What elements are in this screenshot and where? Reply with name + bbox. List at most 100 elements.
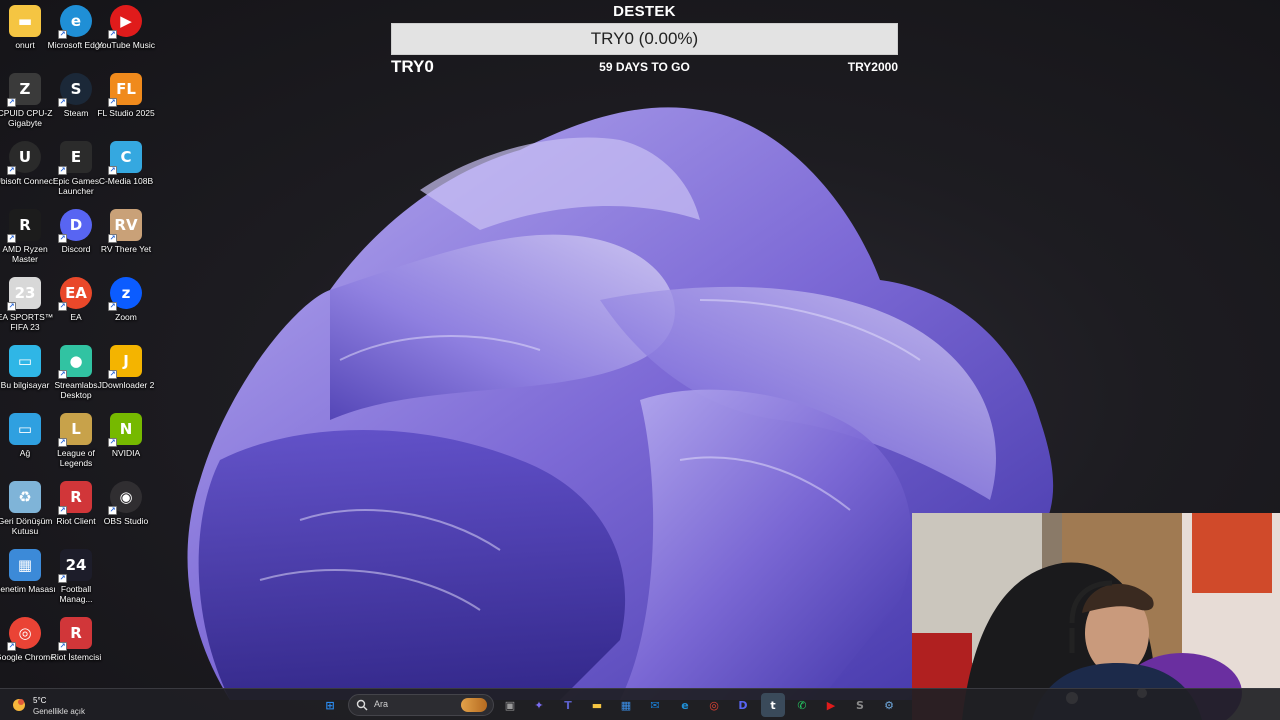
riot-client-icon: R ↗	[58, 481, 92, 515]
search-placeholder: Ara	[374, 699, 389, 709]
donation-goal-widget: DESTEK TRY0 (0.00%) TRY0 59 DAYS TO GO T…	[391, 2, 898, 78]
taskbar-task-view-icon[interactable]: ▣	[498, 693, 522, 717]
shortcut-arrow-icon: ↗	[108, 370, 117, 379]
obs-icon: ◉ ↗	[108, 481, 142, 515]
desktop-icon-nvidia[interactable]: N ↗ NVIDIA	[101, 413, 151, 479]
goal-days-left: 59 DAYS TO GO	[599, 60, 690, 74]
shortcut-arrow-icon: ↗	[7, 642, 16, 651]
desktop-icon-recycle-bin[interactable]: ♻ Geri Dönüşüm Kutusu	[0, 481, 52, 547]
control-panel-icon: ▦	[9, 549, 41, 581]
taskbar-file-explorer-icon[interactable]: ▬	[585, 693, 609, 717]
shortcut-arrow-icon: ↗	[58, 574, 67, 583]
network-icon: ▭	[9, 413, 41, 445]
shortcut-arrow-icon: ↗	[108, 438, 117, 447]
taskbar-youtube-music-icon[interactable]: ▶	[819, 693, 843, 717]
zoom-icon: z ↗	[108, 277, 142, 311]
desktop-icon-label: YouTube Music	[97, 40, 155, 50]
desktop-icon-fifa[interactable]: 23 ↗ EA SPORTS™ FIFA 23	[0, 277, 53, 343]
taskbar-whatsapp-icon[interactable]: ✆	[790, 693, 814, 717]
shortcut-arrow-icon: ↗	[58, 166, 67, 175]
shortcut-arrow-icon: ↗	[58, 30, 67, 39]
shortcut-arrow-icon: ↗	[7, 234, 16, 243]
ea-icon: EA ↗	[58, 277, 92, 311]
nvidia-icon: N ↗	[108, 413, 142, 447]
desktop-icon-football-manager[interactable]: 24 ↗ Football Manag...	[51, 549, 101, 615]
desktop-icon-network[interactable]: ▭ Ağ	[0, 413, 50, 479]
goal-target-amount: TRY2000	[847, 60, 898, 74]
desktop-icon-label: JDownloader 2	[97, 380, 155, 390]
desktop-icon-ea[interactable]: EA ↗ EA	[51, 277, 101, 343]
desktop-icon-steam[interactable]: S ↗ Steam	[51, 73, 101, 139]
ubisoft-icon: U ↗	[7, 141, 41, 175]
shortcut-arrow-icon: ↗	[58, 98, 67, 107]
desktop-icon-folder[interactable]: ▬ onurt	[0, 5, 50, 71]
weather-widget[interactable]: 5°C Genellikle açık	[10, 693, 120, 717]
shortcut-arrow-icon: ↗	[108, 302, 117, 311]
desktop-icon-streamlabs[interactable]: ● ↗ Streamlabs Desktop	[51, 345, 101, 411]
streamlabs-icon: ● ↗	[58, 345, 92, 379]
desktop-icon-riot-istemcisi[interactable]: R ↗ Riot İstemcisi	[51, 617, 101, 683]
desktop-icon-cpuz[interactable]: Z ↗ CPUID CPU-Z Gigabyte	[0, 73, 52, 139]
football-manager-icon: 24 ↗	[58, 549, 92, 583]
desktop-icon-league[interactable]: L ↗ League of Legends	[51, 413, 101, 479]
taskbar-microsoft-store-icon[interactable]: ▦	[614, 693, 638, 717]
desktop-icon-label: Football Manag...	[59, 584, 93, 604]
desktop-icon-riot-client[interactable]: R ↗ Riot Client	[51, 481, 101, 547]
shortcut-arrow-icon: ↗	[58, 302, 67, 311]
taskbar-twitter-icon[interactable]: t	[761, 693, 785, 717]
desktop-icon-fl-studio[interactable]: FL ↗ FL Studio 2025	[97, 73, 155, 139]
desktop-icon-amd-ryzen[interactable]: R ↗ AMD Ryzen Master	[0, 209, 50, 275]
recycle-bin-icon: ♻	[9, 481, 41, 513]
goal-progress-text: TRY0 (0.00%)	[590, 29, 699, 48]
folder-icon: ▬	[9, 5, 41, 37]
desktop-icon-label: OBS Studio	[103, 516, 149, 526]
taskbar-copilot-icon[interactable]: ✦	[527, 693, 551, 717]
taskbar-windows-start-icon[interactable]: ⊞	[318, 693, 342, 717]
desktop-icon-zoom[interactable]: z ↗ Zoom	[101, 277, 151, 343]
desktop-icon-label: C-Media 108B	[98, 176, 154, 186]
taskbar-search-box[interactable]: Ara	[348, 694, 494, 716]
desktop-icon-chrome[interactable]: ◎ ↗ Google Chrome	[0, 617, 55, 683]
riot-istemcisi-icon: R ↗	[58, 617, 92, 651]
desktop-icon-epic-games[interactable]: E ↗ Epic Games Launcher	[51, 141, 101, 207]
desktop-icon-label: Zoom	[115, 312, 137, 322]
desktop-icon-grid: ▬ onurt e ↗ Microsoft Edge ▶ ↗ YouTube Music Z ↗ C…	[0, 0, 160, 686]
desktop-icon-cmedia[interactable]: C ↗ C-Media 108B	[99, 141, 153, 207]
desktop-icon-this-pc[interactable]: ▭ Bu bilgisayar	[0, 345, 50, 411]
desktop-icon-control-panel[interactable]: ▦ Denetim Masası	[0, 549, 56, 615]
shortcut-arrow-icon: ↗	[58, 370, 67, 379]
league-icon: L ↗	[58, 413, 92, 447]
fifa-icon: 23 ↗	[7, 277, 41, 311]
this-pc-icon: ▭	[9, 345, 41, 377]
taskbar-teams-icon[interactable]: T	[556, 693, 580, 717]
weather-temperature: 5°C	[33, 696, 47, 705]
desktop-icon-obs[interactable]: ◉ ↗ OBS Studio	[101, 481, 151, 547]
shortcut-arrow-icon: ↗	[7, 166, 16, 175]
shortcut-arrow-icon: ↗	[108, 506, 117, 515]
weather-sun-icon	[13, 699, 25, 711]
discord-icon: D ↗	[58, 209, 92, 243]
shortcut-arrow-icon: ↗	[108, 30, 117, 39]
taskbar-settings-app-icon[interactable]: ⚙	[877, 693, 901, 717]
desktop-icon-label: Riot İstemcisi	[50, 652, 102, 662]
desktop-icon-ubisoft[interactable]: U ↗ Ubisoft Connect	[0, 141, 55, 207]
desktop-icon-discord[interactable]: D ↗ Discord	[51, 209, 101, 275]
taskbar: 5°C Genellikle açık ⊞ ▣ ✦ T ▬ ▦ ✉ e ◎ Dt ✆ ▶ S ⚙ Ara	[0, 688, 1280, 720]
youtube-music-icon: ▶ ↗	[108, 5, 142, 39]
shortcut-arrow-icon: ↗	[58, 438, 67, 447]
desktop-icon-jdownloader[interactable]: J ↗ JDownloader 2	[98, 345, 154, 411]
desktop-icon-rv-there-yet[interactable]: RV ↗ RV There Yet	[101, 209, 151, 275]
desktop-icon-youtube-music[interactable]: ▶ ↗ YouTube Music	[97, 5, 155, 71]
goal-progress-bar: TRY0 (0.00%)	[391, 23, 898, 55]
steam-icon: S ↗	[58, 73, 92, 107]
taskbar-discord-icon[interactable]: D	[731, 693, 755, 717]
taskbar-steam-icon[interactable]: S	[848, 693, 872, 717]
shortcut-arrow-icon: ↗	[58, 642, 67, 651]
shortcut-arrow-icon: ↗	[58, 234, 67, 243]
desktop-icon-edge[interactable]: e ↗ Microsoft Edge	[48, 5, 104, 71]
taskbar-chrome-icon[interactable]: ◎	[702, 693, 726, 717]
amd-ryzen-icon: R ↗	[7, 209, 41, 243]
shortcut-arrow-icon: ↗	[7, 302, 16, 311]
taskbar-edge-icon[interactable]: e	[673, 693, 697, 717]
taskbar-mail-icon[interactable]: ✉	[643, 693, 667, 717]
